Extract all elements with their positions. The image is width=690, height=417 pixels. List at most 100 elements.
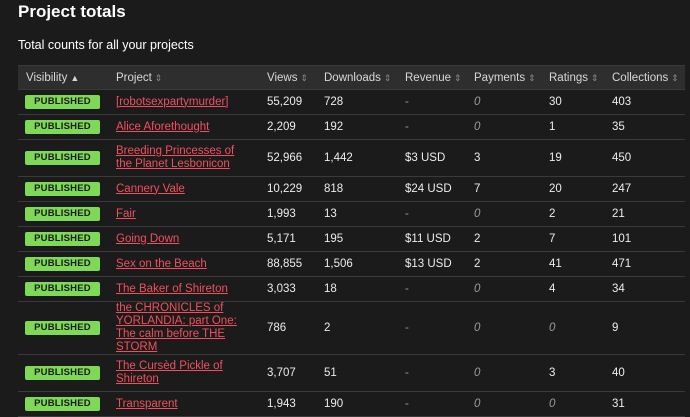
collections-cell: 40 [604,354,685,392]
ratings-cell: 30 [541,89,604,115]
collections-cell: 31 [604,391,685,417]
payments-cell: 0 [466,89,541,115]
downloads-cell: 13 [316,201,397,227]
ratings-cell: 7 [541,226,604,252]
column-header-label: Views [267,71,298,84]
downloads-cell: 195 [316,226,397,252]
collections-cell: 34 [604,276,685,302]
project-link[interactable]: Breeding Princesses of the Planet Lesbon… [116,145,259,171]
status-badge: PUBLISHED [25,397,100,411]
sort-icon: ⇕ [591,72,599,83]
project-link[interactable]: Going Down [116,233,259,246]
payments-cell: 0 [466,276,541,302]
column-header-payments[interactable]: Payments ⇕ [466,65,541,90]
table-row: PUBLISHED the CHRONICLES of YORLANDIA: p… [18,301,685,355]
views-cell: 3,707 [259,354,316,392]
payments-cell: 7 [466,176,541,202]
views-cell: 52,966 [259,139,316,177]
downloads-cell: 192 [316,114,397,140]
project-link[interactable]: the CHRONICLES of YORLANDIA: part One: T… [116,302,259,354]
status-badge: PUBLISHED [25,95,100,109]
payments-cell: 0 [466,301,541,355]
ratings-cell: 20 [541,176,604,202]
views-cell: 1,993 [259,201,316,227]
sort-icon: ⇕ [383,72,392,83]
ratings-cell: 41 [541,251,604,277]
views-cell: 1,943 [259,391,316,417]
collections-cell: 35 [604,114,685,140]
revenue-cell: $3 USD [397,139,466,177]
ratings-cell: 1 [541,114,604,140]
collections-cell: 450 [604,139,685,177]
downloads-cell: 51 [316,354,397,392]
column-header-label: Visibility [26,71,68,84]
revenue-cell: - [397,201,466,227]
revenue-cell: $24 USD [397,176,466,202]
project-link[interactable]: The Cursèd Pickle of Shireton [116,360,259,386]
table-row: PUBLISHED Fair 1,993 13 - 0 2 21 [18,201,685,227]
revenue-cell: - [397,114,466,140]
revenue-cell: - [397,301,466,355]
views-cell: 2,209 [259,114,316,140]
downloads-cell: 1,506 [316,251,397,277]
ratings-cell: 4 [541,276,604,302]
project-link[interactable]: Alice Aforethought [116,121,259,134]
downloads-cell: 1,442 [316,139,397,177]
revenue-cell: $13 USD [397,251,466,277]
collections-cell: 247 [604,176,685,202]
project-link[interactable]: Sex on the Beach [116,258,259,271]
table-row: PUBLISHED Transparent 1,943 190 - 0 0 31 [18,391,685,417]
projects-table: Visibility ▲ Project ⇕ Views ⇕ Downloads ⇕ R… [18,65,685,417]
sort-icon: ⇕ [300,72,309,83]
table-row: PUBLISHED Sex on the Beach 88,855 1,506 … [18,251,685,277]
table-row: PUBLISHED Cannery Vale 10,229 818 $24 US… [18,176,685,202]
table-row: PUBLISHED The Baker of Shireton 3,033 18… [18,276,685,302]
ratings-cell: 3 [541,354,604,392]
ratings-cell: 0 [541,391,604,417]
column-header-label: Collections [612,71,669,84]
views-cell: 55,209 [259,89,316,115]
column-header-project[interactable]: Project ⇕ [108,65,259,90]
payments-cell: 0 [466,114,541,140]
table-row: PUBLISHED Alice Aforethought 2,209 192 -… [18,114,685,140]
column-header-label: Ratings [549,71,588,84]
table-header-row: Visibility ▲ Project ⇕ Views ⇕ Downloads ⇕ R… [18,65,685,90]
column-header-label: Revenue [405,71,452,84]
views-cell: 10,229 [259,176,316,202]
collections-cell: 9 [604,301,685,355]
project-link[interactable]: The Baker of Shireton [116,283,259,296]
status-badge: PUBLISHED [25,232,100,246]
ratings-cell: 2 [541,201,604,227]
revenue-cell: - [397,276,466,302]
status-badge: PUBLISHED [25,321,100,335]
downloads-cell: 818 [316,176,397,202]
column-header-views[interactable]: Views ⇕ [259,65,316,90]
sort-icon: ⇕ [671,72,679,83]
collections-cell: 101 [604,226,685,252]
column-header-revenue[interactable]: Revenue ⇕ [397,65,466,90]
project-link[interactable]: Fair [116,208,259,221]
collections-cell: 471 [604,251,685,277]
views-cell: 5,171 [259,226,316,252]
project-link[interactable]: [robotsexpartymurder] [116,96,259,109]
status-badge: PUBLISHED [25,207,100,221]
status-badge: PUBLISHED [25,257,100,271]
column-header-collections[interactable]: Collections ⇕ [604,65,685,90]
column-header-label: Payments [474,71,526,84]
column-header-downloads[interactable]: Downloads ⇕ [316,65,397,90]
column-header-label: Project [116,71,152,84]
revenue-cell: - [397,354,466,392]
project-totals-page: Project totals Total counts for all your… [0,0,690,417]
project-link[interactable]: Cannery Vale [116,183,259,196]
project-link[interactable]: Transparent [116,398,259,411]
payments-cell: 2 [466,226,541,252]
column-header-ratings[interactable]: Ratings ⇕ [541,65,604,90]
column-header-visibility[interactable]: Visibility ▲ [18,65,108,90]
downloads-cell: 190 [316,391,397,417]
column-header-label: Downloads [324,71,381,84]
revenue-cell: - [397,89,466,115]
downloads-cell: 18 [316,276,397,302]
sort-ascending-icon: ▲ [70,72,80,83]
downloads-cell: 2 [316,301,397,355]
status-badge: PUBLISHED [25,366,100,380]
